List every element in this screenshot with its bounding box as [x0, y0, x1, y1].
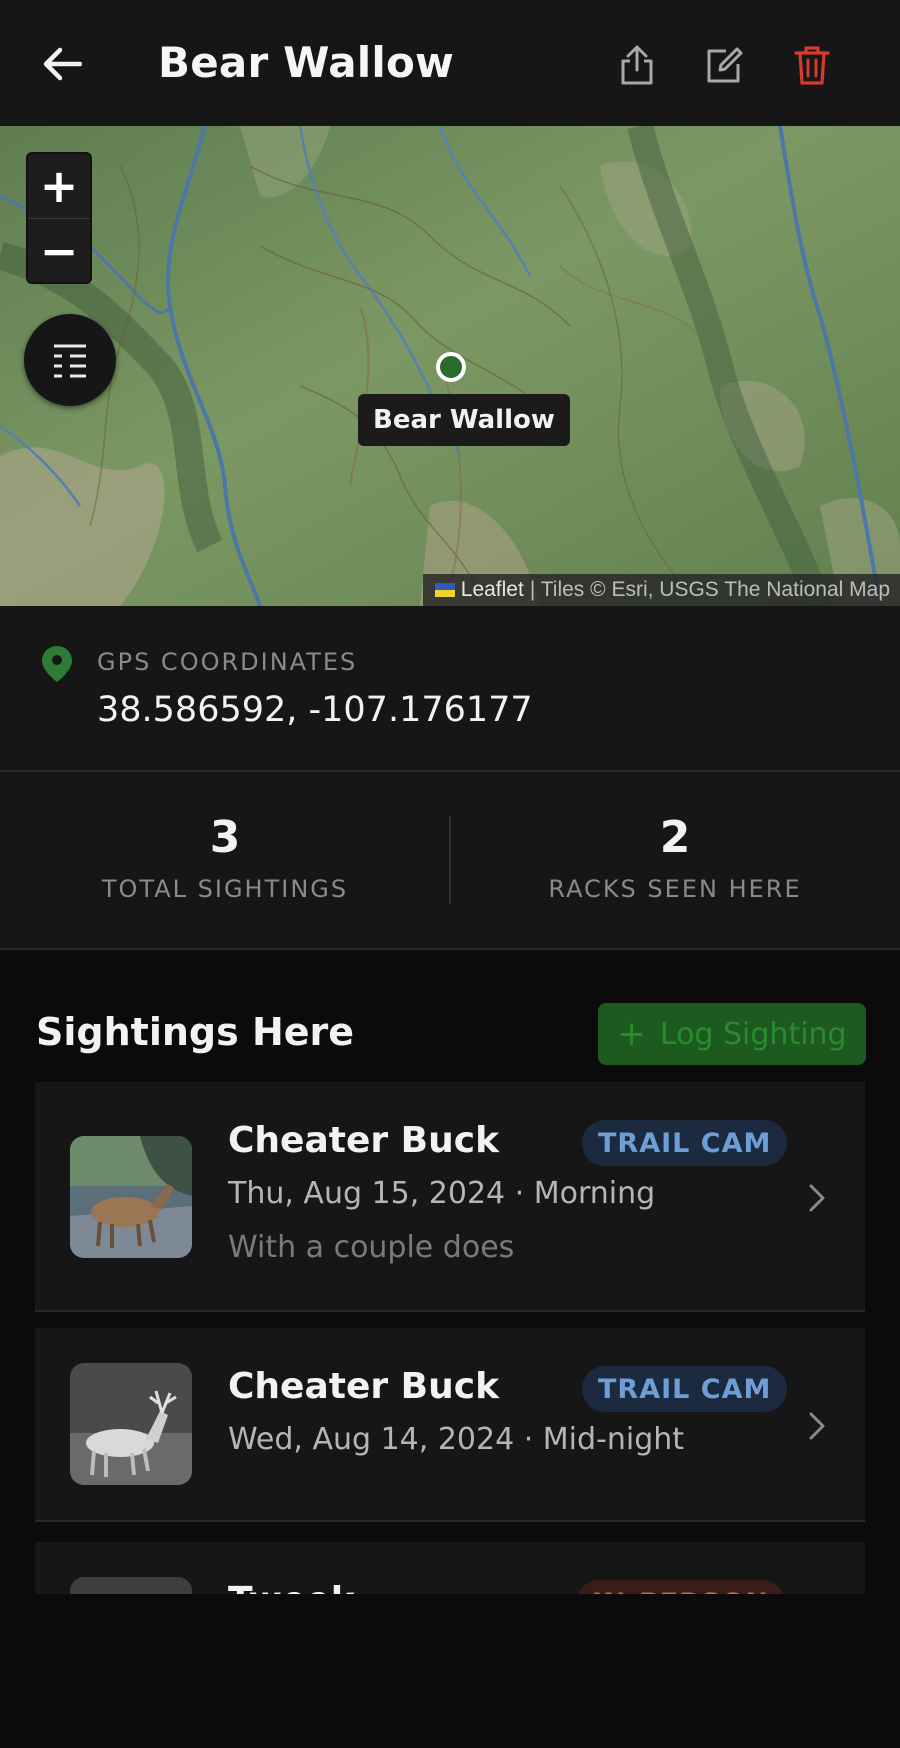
edit-icon: [707, 47, 743, 83]
sighting-card[interactable]: Tweek IN-PERSON: [35, 1542, 865, 1594]
share-icon: [621, 45, 653, 85]
trail-cam-badge: TRAIL CAM: [582, 1366, 788, 1412]
sighting-card[interactable]: Cheater Buck TRAIL CAM Thu, Aug 15, 2024…: [35, 1082, 865, 1312]
zoom-in-button[interactable]: +: [28, 154, 90, 218]
arrow-left-icon: [43, 47, 82, 81]
edit-button[interactable]: [699, 40, 749, 90]
sighting-name: Tweek: [228, 1580, 355, 1594]
plus-icon: +: [617, 1014, 646, 1054]
stats-section: 3 TOTAL SIGHTINGS 2 RACKS SEEN HERE: [0, 772, 900, 950]
deer-photo-image: [70, 1136, 192, 1258]
leaflet-link[interactable]: Leaflet: [461, 578, 524, 602]
total-sightings-value: 3: [209, 812, 241, 863]
sightings-list: Cheater Buck TRAIL CAM Thu, Aug 15, 2024…: [0, 1082, 900, 1594]
total-sightings-stat: 3 TOTAL SIGHTINGS: [0, 812, 450, 903]
sighting-name: Cheater Buck: [228, 1120, 500, 1161]
map-pin-icon: [42, 646, 72, 682]
zoom-control: + −: [26, 152, 92, 284]
sighting-name: Cheater Buck: [228, 1366, 500, 1407]
tiles-credit: | Tiles © Esri, USGS The National Map: [529, 578, 890, 601]
gps-section: GPS COORDINATES 38.586592, -107.176177: [0, 606, 900, 772]
back-button[interactable]: [36, 38, 88, 90]
marker-tooltip: Bear Wallow: [358, 394, 570, 446]
sighting-card[interactable]: Cheater Buck TRAIL CAM Wed, Aug 14, 2024…: [35, 1328, 865, 1522]
log-sighting-button[interactable]: + Log Sighting: [598, 1003, 866, 1065]
total-sightings-label: TOTAL SIGHTINGS: [101, 875, 349, 903]
zoom-out-button[interactable]: −: [28, 218, 90, 282]
gps-label: GPS COORDINATES: [97, 648, 358, 676]
sighting-thumbnail: [70, 1577, 192, 1594]
ukraine-flag-icon: [434, 583, 455, 597]
racks-seen-stat: 2 RACKS SEEN HERE: [450, 812, 900, 903]
racks-seen-value: 2: [659, 812, 691, 863]
in-person-badge: IN-PERSON: [576, 1580, 785, 1594]
list-layers-icon: [54, 344, 86, 378]
layers-button[interactable]: [24, 314, 116, 406]
map-view[interactable]: + − Bear Wallow Leaflet | Tiles © Esri, …: [0, 126, 900, 606]
trash-icon: [794, 46, 830, 85]
app-header: Bear Wallow: [0, 0, 900, 126]
log-sighting-label: Log Sighting: [659, 1016, 847, 1052]
map-attribution: Leaflet | Tiles © Esri, USGS The Nationa…: [422, 574, 900, 606]
page-title: Bear Wallow: [158, 38, 454, 87]
sighting-thumbnail: [70, 1136, 192, 1258]
chevron-right-icon: [809, 1412, 825, 1440]
deer-photo-image: [70, 1363, 192, 1485]
delete-button[interactable]: [787, 40, 837, 90]
trail-cam-badge: TRAIL CAM: [582, 1120, 788, 1166]
section-title: Sightings Here: [36, 1010, 355, 1054]
racks-seen-label: RACKS SEEN HERE: [548, 875, 802, 903]
gps-value: 38.586592, -107.176177: [97, 690, 533, 730]
sighting-date: Wed, Aug 14, 2024 · Mid-night: [228, 1422, 685, 1457]
sighting-thumbnail: [70, 1363, 192, 1485]
share-button[interactable]: [612, 40, 662, 90]
deer-photo-image: [70, 1577, 192, 1594]
chevron-right-icon: [809, 1184, 825, 1212]
sighting-note: With a couple does: [228, 1230, 515, 1265]
sighting-date: Thu, Aug 15, 2024 · Morning: [228, 1176, 656, 1211]
location-marker[interactable]: [436, 352, 466, 382]
